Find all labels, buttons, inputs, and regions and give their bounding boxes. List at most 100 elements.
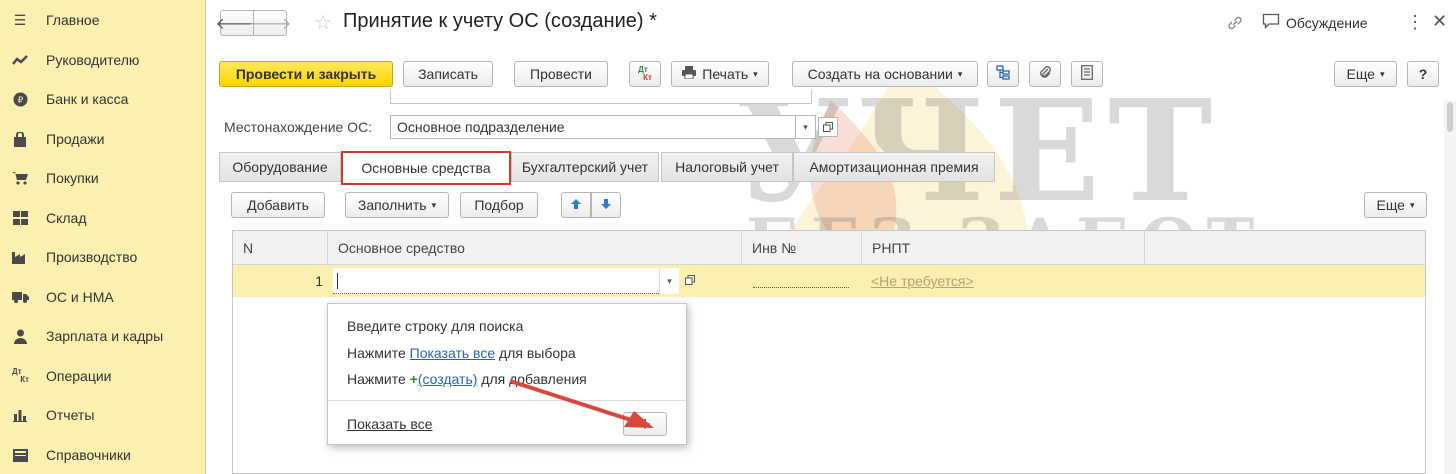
cart-icon	[10, 168, 30, 188]
text-cursor	[337, 272, 338, 289]
save-button[interactable]: Записать	[403, 61, 493, 87]
add-button[interactable]: Добавить	[231, 192, 325, 218]
tab-fixed-assets[interactable]: Основные средства	[341, 151, 511, 185]
open-window-icon	[685, 272, 695, 288]
column-header-inv[interactable]: Инв №	[742, 231, 862, 265]
tab-accounting[interactable]: Бухгалтерский учет	[511, 152, 659, 182]
book-icon	[10, 445, 30, 465]
sidebar-item-bank[interactable]: ₽ Банк и касса	[0, 85, 206, 113]
sidebar-item-label: Справочники	[46, 447, 131, 463]
truck-icon	[10, 287, 30, 307]
chevron-down-icon: ▾	[753, 68, 758, 79]
attach-button[interactable]	[1029, 61, 1061, 87]
sidebar-item-salary[interactable]: Зарплата и кадры	[0, 322, 206, 350]
svg-text:₽: ₽	[17, 96, 23, 106]
discussion-button[interactable]: Обсуждение	[1262, 13, 1368, 32]
sidebar-item-label: Банк и касса	[46, 91, 129, 107]
print-button[interactable]: Печать ▾	[671, 61, 769, 87]
link-icon[interactable]	[1226, 14, 1244, 35]
popup-hint-line1: Введите строку для поиска	[347, 318, 524, 334]
move-up-button[interactable]	[561, 192, 591, 218]
column-header-asset[interactable]: Основное средство	[328, 231, 742, 265]
post-and-close-button[interactable]: Провести и закрыть	[219, 61, 393, 87]
table-more-button[interactable]: Еще ▾	[1364, 192, 1427, 218]
annotation-arrow	[509, 379, 654, 428]
close-icon[interactable]: ✕	[1432, 11, 1447, 32]
asset-input[interactable]	[333, 268, 659, 294]
popup-text: для выбора	[495, 345, 576, 361]
sidebar-item-warehouse[interactable]: Склад	[0, 204, 206, 232]
location-dropdown-button[interactable]: ▾	[796, 115, 816, 139]
asset-dropdown-button[interactable]: ▾	[659, 268, 679, 294]
sidebar-item-label: Продажи	[46, 131, 105, 147]
sidebar-item-fixed-assets[interactable]: ОС и НМА	[0, 283, 206, 311]
row-number: 1	[315, 273, 323, 289]
report-button[interactable]	[1071, 61, 1103, 87]
sidebar: ☰ Главное Руководителю ₽ Банк и касса Пр…	[0, 0, 206, 474]
factory-icon	[10, 247, 30, 267]
sidebar-item-production[interactable]: Производство	[0, 243, 206, 271]
bag-icon	[10, 129, 30, 149]
coin-icon: ₽	[10, 89, 30, 109]
forward-button[interactable]: 🡒	[249, 10, 291, 36]
show-all-link[interactable]: Показать все	[347, 416, 432, 432]
location-input[interactable]: Основное подразделение	[390, 115, 796, 139]
sidebar-item-label: ОС и НМА	[46, 289, 114, 305]
document-icon	[1081, 65, 1093, 83]
post-button[interactable]: Провести	[514, 61, 608, 87]
sidebar-item-manager[interactable]: Руководителю	[0, 46, 206, 74]
fill-label: Заполнить	[357, 197, 427, 213]
tab-tax-accounting[interactable]: Налоговый учет	[661, 152, 793, 182]
chevron-down-icon: ▾	[957, 68, 963, 79]
asset-open-button[interactable]	[683, 273, 697, 287]
sidebar-item-main[interactable]: ☰ Главное	[0, 6, 206, 34]
sidebar-item-sales[interactable]: Продажи	[0, 125, 206, 153]
sidebar-item-reports[interactable]: Отчеты	[0, 401, 206, 429]
chevron-down-icon: ▾	[1409, 199, 1415, 210]
bar-chart-icon	[10, 405, 30, 425]
location-label: Местонахождение ОС:	[224, 119, 373, 135]
menu-icon: ☰	[13, 11, 27, 28]
sidebar-item-purchases[interactable]: Покупки	[0, 164, 206, 192]
dt-kt-button[interactable]: Дт Кт	[629, 61, 661, 87]
arrow-up-icon	[570, 197, 582, 213]
column-header-rnpt[interactable]: РНПТ	[862, 231, 1145, 265]
more-label: Еще	[1346, 66, 1375, 82]
hidden-field-edge	[390, 90, 812, 104]
column-header-empty	[1145, 231, 1425, 265]
person-icon	[10, 326, 30, 346]
scrollbar[interactable]	[1444, 100, 1456, 474]
tab-equipment[interactable]: Оборудование	[219, 152, 341, 182]
kebab-menu-icon[interactable]: ⋮	[1406, 12, 1424, 33]
popup-hint-line2: Нажмите Показать все для выбора	[347, 345, 576, 361]
select-button[interactable]: Подбор	[460, 192, 538, 218]
printer-icon	[682, 66, 697, 82]
chevron-down-icon: ▾	[803, 121, 808, 132]
sidebar-item-operations[interactable]: Дт Кт Операции	[0, 362, 206, 390]
arrow-right-icon: 🡒	[248, 15, 292, 33]
star-icon[interactable]: ☆	[314, 10, 332, 35]
location-open-button[interactable]	[818, 117, 838, 137]
print-label: Печать	[702, 66, 749, 82]
help-button[interactable]: ?	[1407, 61, 1439, 87]
fill-button[interactable]: Заполнить ▾	[345, 192, 449, 218]
sidebar-item-references[interactable]: Справочники	[0, 441, 206, 469]
move-down-button[interactable]	[591, 192, 621, 218]
more-button[interactable]: Еще ▾	[1334, 61, 1397, 87]
show-all-inline-link[interactable]: Показать все	[410, 345, 495, 361]
structure-button[interactable]	[987, 61, 1019, 87]
create-based-on-button[interactable]: Создать на основании ▾	[792, 61, 978, 87]
tab-depreciation-bonus[interactable]: Амортизационная премия	[793, 152, 995, 182]
discussion-label: Обсуждение	[1286, 14, 1368, 31]
column-header-n[interactable]: N	[233, 231, 328, 265]
sidebar-item-label: Склад	[46, 210, 87, 226]
table-row[interactable]: 1 ▾ <Не требуется>	[233, 265, 1425, 297]
scrollbar-thumb[interactable]	[1447, 102, 1453, 132]
sidebar-item-label: Производство	[46, 249, 138, 265]
chevron-down-icon: ▾	[1379, 68, 1385, 79]
rnpt-cell[interactable]: <Не требуется>	[871, 273, 974, 289]
create-inline-link[interactable]: (создать)	[418, 371, 478, 387]
chevron-down-icon: ▾	[431, 199, 437, 210]
open-window-icon	[823, 119, 833, 135]
inv-number-cell[interactable]	[753, 287, 849, 288]
